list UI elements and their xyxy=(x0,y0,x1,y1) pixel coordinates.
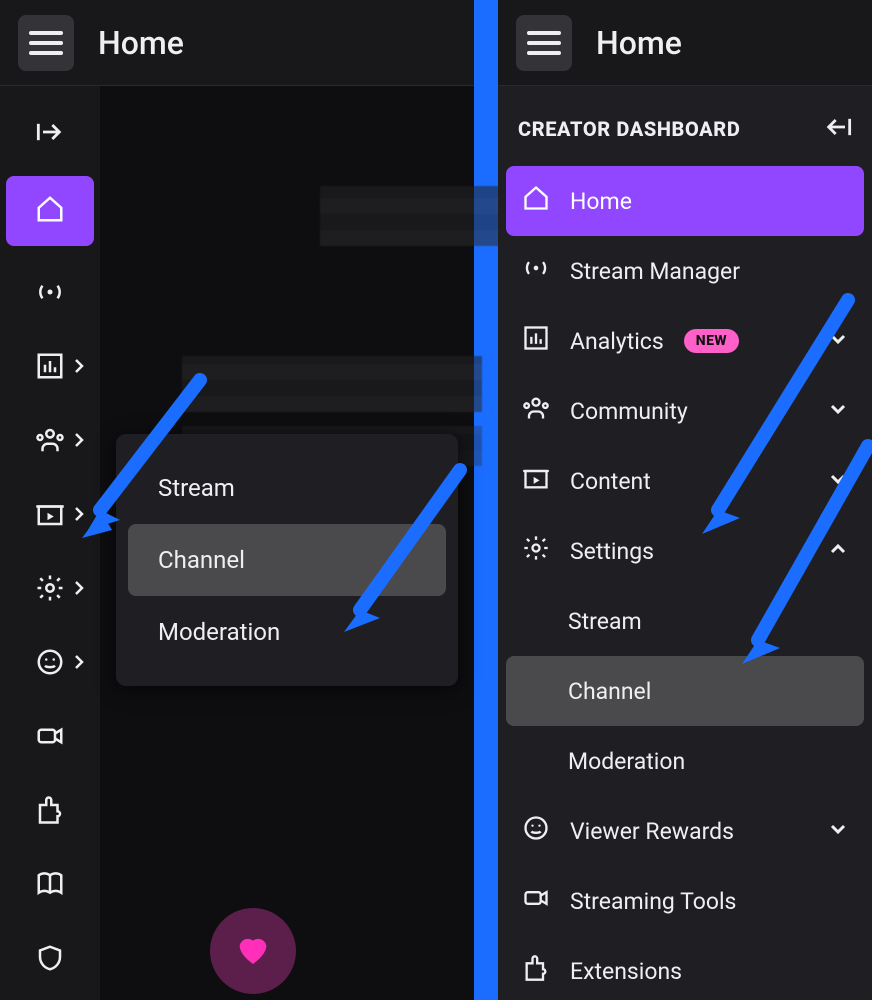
shield-icon xyxy=(35,943,65,977)
nav-item-extensions[interactable]: Extensions xyxy=(506,936,864,1000)
rail-item-streaming-tools[interactable] xyxy=(18,712,82,764)
left-topbar: Home xyxy=(0,0,474,86)
new-badge: NEW xyxy=(684,329,739,353)
nav-label: Settings xyxy=(570,538,654,565)
rail-item-community[interactable] xyxy=(18,416,82,468)
sidebar-header: CREATOR DASHBOARD xyxy=(498,86,872,166)
sidebar-title: CREATOR DASHBOARD xyxy=(518,117,740,141)
settings-popout-menu: Stream Channel Moderation xyxy=(116,434,458,686)
rail-item-home[interactable] xyxy=(6,176,94,246)
popout-item-moderation[interactable]: Moderation xyxy=(128,596,446,668)
analytics-icon xyxy=(522,324,550,358)
nav-label: Community xyxy=(570,398,688,425)
hamburger-icon xyxy=(29,31,63,55)
collapsed-sidebar-rail xyxy=(0,86,100,1000)
hamburger-button[interactable] xyxy=(18,15,74,71)
nav-subitem-channel[interactable]: Channel xyxy=(506,656,864,726)
nav-item-settings[interactable]: Settings xyxy=(506,516,864,586)
chevron-right-icon xyxy=(74,358,84,378)
chevron-right-icon xyxy=(74,506,84,526)
nav-item-stream-manager[interactable]: Stream Manager xyxy=(506,236,864,306)
nav-subitem-stream[interactable]: Stream xyxy=(506,586,864,656)
nav-item-community[interactable]: Community xyxy=(506,376,864,446)
chevron-right-icon xyxy=(74,580,84,600)
chevron-down-icon xyxy=(828,398,848,425)
gear-icon xyxy=(35,573,65,607)
nav-label: Extensions xyxy=(570,958,682,985)
nav-item-content[interactable]: Content xyxy=(506,446,864,516)
expand-right-icon xyxy=(36,121,64,147)
hamburger-icon xyxy=(527,31,561,55)
smile-icon xyxy=(522,814,550,848)
home-icon xyxy=(35,194,65,228)
collapse-sidebar-button[interactable] xyxy=(824,116,852,142)
rail-item-stream-manager[interactable] xyxy=(18,268,82,320)
nav-subitem-moderation[interactable]: Moderation xyxy=(506,726,864,796)
extension-icon xyxy=(522,954,550,988)
chevron-right-icon xyxy=(74,654,84,674)
rail-expand-button[interactable] xyxy=(18,114,82,154)
content-icon xyxy=(35,499,65,533)
home-icon xyxy=(522,184,550,218)
rail-item-guides[interactable] xyxy=(18,860,82,912)
broadcast-icon xyxy=(522,254,550,288)
chevron-down-icon xyxy=(828,468,848,495)
nav-item-analytics[interactable]: Analytics NEW xyxy=(506,306,864,376)
nav-label: Viewer Rewards xyxy=(570,818,734,845)
chevron-down-icon xyxy=(828,818,848,845)
rail-item-viewer-rewards[interactable] xyxy=(18,638,82,690)
chevron-down-icon xyxy=(828,328,848,355)
nav-label: Streaming Tools xyxy=(570,888,736,915)
nav-item-home[interactable]: Home xyxy=(506,166,864,236)
right-page-title: Home xyxy=(596,24,682,62)
sidebar-nav: Home Stream Manager Analytics NEW Commun… xyxy=(498,166,872,1000)
content-icon xyxy=(522,464,550,498)
rail-item-extensions[interactable] xyxy=(18,786,82,838)
extension-icon xyxy=(35,795,65,829)
community-icon xyxy=(522,394,550,428)
chevron-right-icon xyxy=(74,432,84,452)
nav-label: Analytics xyxy=(570,328,664,355)
community-icon xyxy=(35,425,65,459)
redacted-block xyxy=(182,356,482,412)
book-icon xyxy=(35,869,65,903)
heart-button[interactable] xyxy=(210,908,296,994)
popout-item-stream[interactable]: Stream xyxy=(128,452,446,524)
left-pane: Home xyxy=(0,0,474,1000)
gear-icon xyxy=(522,534,550,568)
camera-icon xyxy=(522,884,550,918)
right-topbar: Home xyxy=(498,0,872,86)
rail-item-safety[interactable] xyxy=(18,934,82,986)
nav-label: Content xyxy=(570,468,651,495)
camera-icon xyxy=(35,721,65,755)
rail-item-settings[interactable] xyxy=(18,564,82,616)
rail-item-content[interactable] xyxy=(18,490,82,542)
rail-item-analytics[interactable] xyxy=(18,342,82,394)
analytics-icon xyxy=(35,351,65,385)
page-root: Home xyxy=(0,0,872,1000)
nav-item-viewer-rewards[interactable]: Viewer Rewards xyxy=(506,796,864,866)
nav-item-streaming-tools[interactable]: Streaming Tools xyxy=(506,866,864,936)
heart-icon xyxy=(233,929,273,973)
nav-label: Home xyxy=(570,188,632,215)
popout-item-channel[interactable]: Channel xyxy=(128,524,446,596)
expanded-sidebar: CREATOR DASHBOARD Home Stream Manager An… xyxy=(498,86,872,1000)
redacted-block xyxy=(320,186,500,246)
left-page-title: Home xyxy=(98,24,184,62)
hamburger-button[interactable] xyxy=(516,15,572,71)
nav-label: Stream Manager xyxy=(570,258,740,285)
broadcast-icon xyxy=(35,277,65,311)
smile-icon xyxy=(35,647,65,681)
right-pane: Home CREATOR DASHBOARD Home Stream Manag… xyxy=(498,0,872,1000)
chevron-up-icon xyxy=(828,538,848,565)
pane-divider xyxy=(474,0,498,1000)
